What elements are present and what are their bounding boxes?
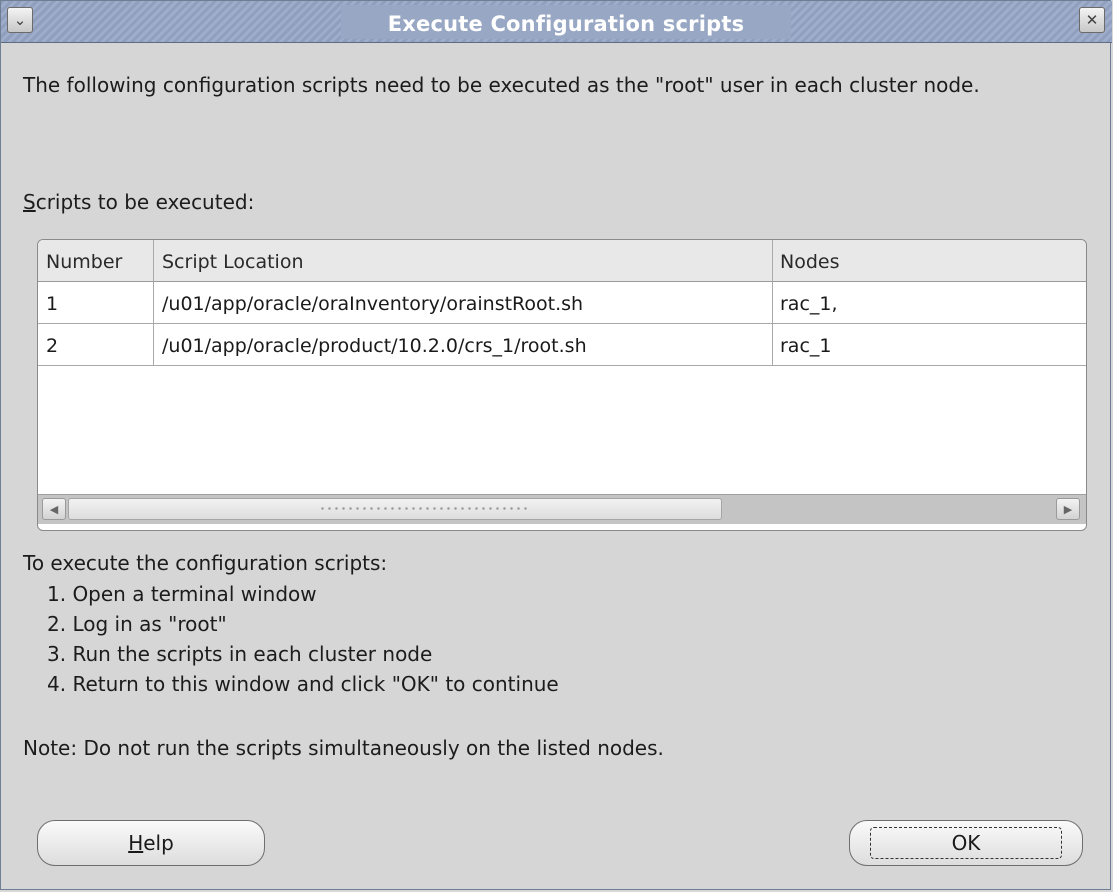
window-title: Execute Configuration scripts (387, 12, 745, 36)
intro-text: The following configuration scripts need… (23, 73, 980, 97)
table-header: Number Script Location Nodes (38, 240, 1086, 282)
scripts-table[interactable]: Number Script Location Nodes 1 /u01/app/… (37, 239, 1087, 531)
horizontal-scrollbar[interactable]: ◀ ▶ (38, 494, 1086, 524)
close-icon[interactable]: ✕ (1079, 7, 1105, 33)
dialog-window: ⌄ Execute Configuration scripts ✕ The fo… (0, 0, 1112, 890)
help-mnemonic: H (128, 831, 144, 855)
ok-button-label: OK (951, 831, 981, 855)
ok-button[interactable]: OK (849, 820, 1083, 866)
title-bar[interactable]: ⌄ Execute Configuration scripts ✕ (1, 1, 1112, 43)
note-text: Note: Do not run the scripts simultaneou… (23, 736, 664, 760)
scroll-right-arrow-icon[interactable]: ▶ (1056, 498, 1080, 520)
step-item: 3. Run the scripts in each cluster node (47, 642, 433, 666)
scripts-label-rest: cripts to be executed: (35, 190, 255, 214)
cell-nodes: rac_1 (780, 335, 832, 357)
step-item: 2. Log in as "root" (47, 612, 227, 636)
scripts-label: Scripts to be executed: (23, 190, 254, 214)
title-area: Execute Configuration scripts (341, 5, 791, 39)
instructions-steps: 1. Open a terminal window 2. Log in as "… (47, 579, 559, 699)
help-label-rest: elp (143, 831, 174, 855)
column-header-nodes[interactable]: Nodes (780, 251, 1080, 273)
cell-number: 1 (46, 293, 59, 315)
chevron-down-icon[interactable]: ⌄ (7, 7, 33, 33)
column-divider (772, 240, 773, 366)
column-divider (153, 240, 154, 366)
help-button[interactable]: Help (37, 820, 265, 866)
step-item: 4. Return to this window and click "OK" … (47, 672, 559, 696)
step-item: 1. Open a terminal window (47, 582, 317, 606)
column-header-number[interactable]: Number (46, 251, 146, 273)
scripts-label-mnemonic: S (23, 190, 36, 214)
table-row[interactable]: 2 /u01/app/oracle/product/10.2.0/crs_1/r… (38, 324, 1086, 366)
help-button-label: Help (128, 831, 174, 855)
cell-script-location: /u01/app/oracle/product/10.2.0/crs_1/roo… (162, 335, 587, 357)
cell-nodes: rac_1, (780, 293, 838, 315)
scroll-left-arrow-icon[interactable]: ◀ (42, 498, 66, 520)
scrollbar-thumb[interactable] (68, 498, 722, 520)
cell-script-location: /u01/app/oracle/oraInventory/orainstRoot… (162, 293, 584, 315)
scrollbar-grip-icon (319, 505, 529, 513)
table-row[interactable]: 1 /u01/app/oracle/oraInventory/orainstRo… (38, 282, 1086, 324)
cell-number: 2 (46, 335, 59, 357)
column-header-script-location[interactable]: Script Location (162, 251, 772, 273)
instructions-heading: To execute the configuration scripts: (23, 551, 388, 575)
